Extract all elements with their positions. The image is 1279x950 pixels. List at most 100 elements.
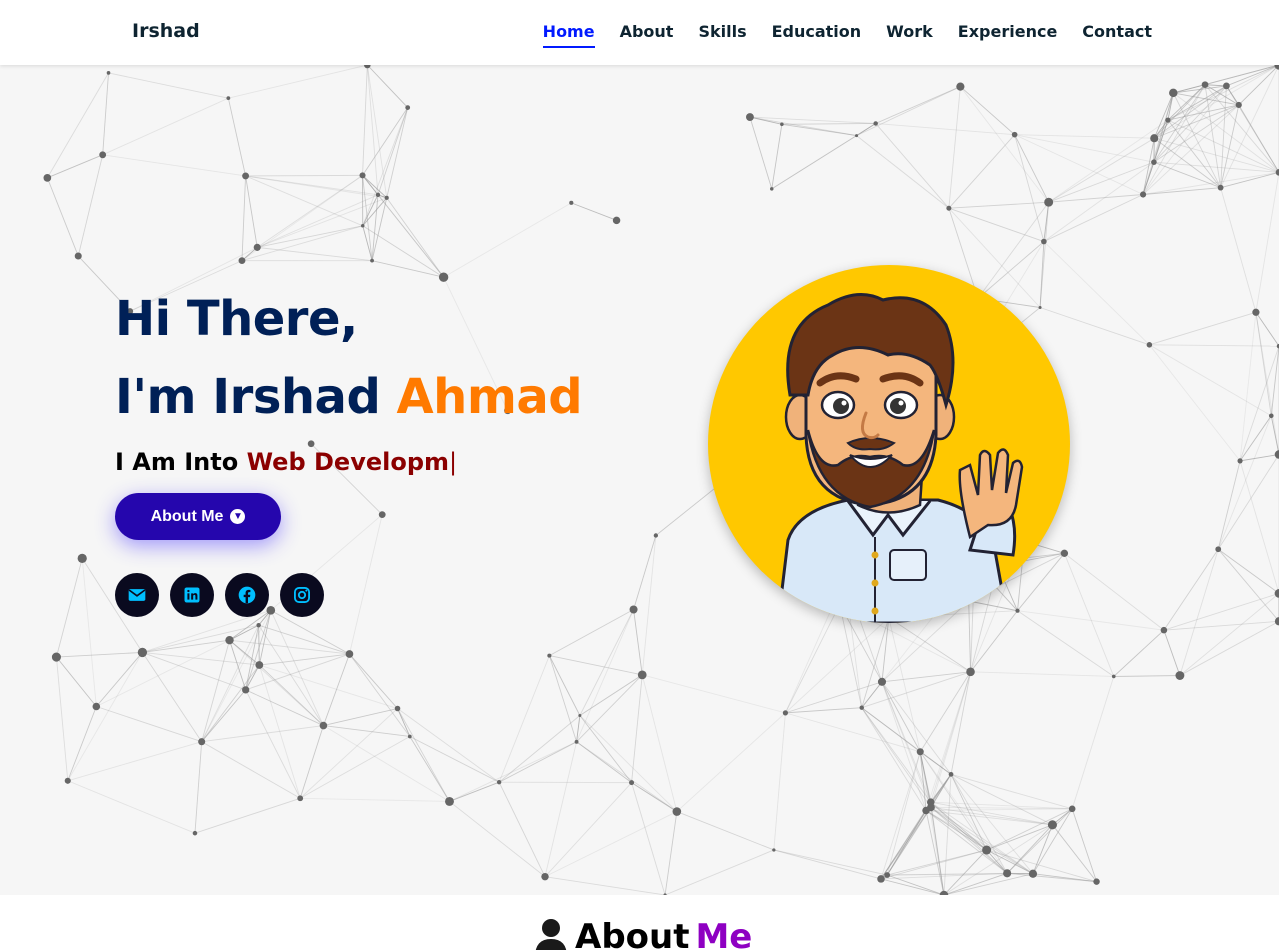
network-node: [226, 96, 231, 101]
network-node: [884, 872, 891, 878]
nav-home[interactable]: Home: [542, 22, 595, 48]
network-node: [1028, 869, 1038, 878]
linkedin-icon: [184, 587, 200, 603]
network-node: [238, 257, 246, 265]
network-node: [1151, 159, 1157, 165]
nav-about[interactable]: About: [620, 22, 674, 48]
instagram-icon: [294, 587, 310, 603]
network-node: [1060, 549, 1069, 557]
network-node: [1146, 342, 1153, 348]
network-node: [384, 195, 389, 200]
facebook-link[interactable]: [225, 573, 269, 617]
network-node: [612, 216, 621, 225]
network-node: [77, 553, 87, 563]
network-node: [1268, 413, 1274, 419]
linkedin-link[interactable]: [170, 573, 214, 617]
network-node: [359, 172, 366, 179]
hero-intro-name: I'm Irshad: [115, 369, 397, 425]
network-node: [370, 258, 374, 263]
about-me-button[interactable]: About Me ▼: [115, 493, 281, 540]
network-node: [1274, 450, 1279, 459]
particle-network-background: [43, 65, 1279, 895]
network-node: [873, 121, 878, 126]
network-node: [877, 677, 887, 686]
network-node: [1175, 671, 1185, 680]
site-logo[interactable]: Irshad: [132, 20, 200, 42]
network-node: [1111, 674, 1116, 679]
user-icon: [535, 919, 567, 950]
email-link[interactable]: [115, 573, 159, 617]
network-node: [1215, 546, 1222, 553]
nav-contact[interactable]: Contact: [1082, 22, 1152, 48]
network-node: [394, 705, 401, 712]
network-node: [966, 667, 975, 677]
network-node: [375, 192, 381, 197]
hero-intro-surname: Ahmad: [396, 369, 583, 425]
about-section: About Me: [0, 895, 1279, 950]
network-node: [745, 113, 754, 121]
network-node: [1237, 458, 1243, 464]
network-node: [948, 771, 954, 777]
site-header: Irshad Home About Skills Education Work …: [0, 0, 1279, 65]
arrow-down-circle-icon: ▼: [230, 509, 246, 524]
network-node: [319, 721, 328, 730]
network-node: [569, 200, 574, 205]
network-node: [99, 151, 107, 159]
avatar: [708, 265, 1070, 623]
network-node: [1015, 608, 1020, 613]
network-node: [629, 605, 638, 614]
network-node: [1169, 88, 1178, 98]
network-node: [629, 780, 635, 786]
network-node: [1150, 134, 1159, 143]
instagram-link[interactable]: [280, 573, 324, 617]
network-node: [1201, 81, 1209, 88]
network-node: [956, 82, 965, 91]
network-node: [780, 122, 784, 127]
network-node: [345, 650, 354, 658]
network-node: [782, 710, 789, 716]
social-links: [115, 573, 324, 617]
network-node: [378, 511, 386, 518]
network-node: [1047, 820, 1058, 830]
typing-prefix: I Am Into: [115, 448, 247, 476]
network-node: [137, 647, 148, 658]
network-node: [1038, 305, 1042, 310]
network-node: [43, 173, 52, 182]
hero-intro: I'm Irshad Ahmad: [115, 358, 583, 436]
nav-education[interactable]: Education: [772, 22, 862, 48]
typing-cursor: |: [449, 448, 458, 476]
about-heading: About Me: [533, 917, 752, 950]
typing-line: I Am Into Web Developm|: [115, 448, 582, 476]
network-node: [1252, 308, 1260, 316]
network-node: [574, 739, 579, 744]
network-node: [1165, 117, 1171, 123]
network-node: [445, 797, 454, 806]
nav-experience[interactable]: Experience: [958, 22, 1058, 48]
network-node: [1041, 238, 1047, 245]
cartoon-avatar-illustration: [776, 293, 1024, 623]
network-node: [859, 705, 864, 710]
network-node: [253, 243, 261, 251]
about-heading-accent: Me: [695, 917, 753, 950]
network-node: [877, 875, 885, 883]
hero-text: Hi There, I'm Irshad Ahmad I Am Into Web…: [115, 280, 583, 476]
network-node: [1011, 131, 1018, 138]
network-node: [1223, 82, 1230, 90]
network-node: [916, 748, 924, 756]
network-node: [74, 252, 82, 260]
nav-work[interactable]: Work: [886, 22, 933, 48]
network-node: [407, 734, 412, 739]
network-node: [982, 845, 992, 855]
network-node: [242, 686, 250, 694]
network-node: [1093, 878, 1100, 885]
network-node: [255, 661, 264, 669]
network-node: [64, 777, 71, 784]
network-node: [672, 807, 682, 816]
envelope-icon: [128, 589, 146, 601]
network-node: [855, 134, 859, 138]
network-node: [198, 738, 206, 746]
nav-skills[interactable]: Skills: [698, 22, 746, 48]
network-node: [653, 533, 659, 538]
about-me-button-label: About Me: [150, 507, 224, 525]
network-node: [1139, 191, 1147, 198]
